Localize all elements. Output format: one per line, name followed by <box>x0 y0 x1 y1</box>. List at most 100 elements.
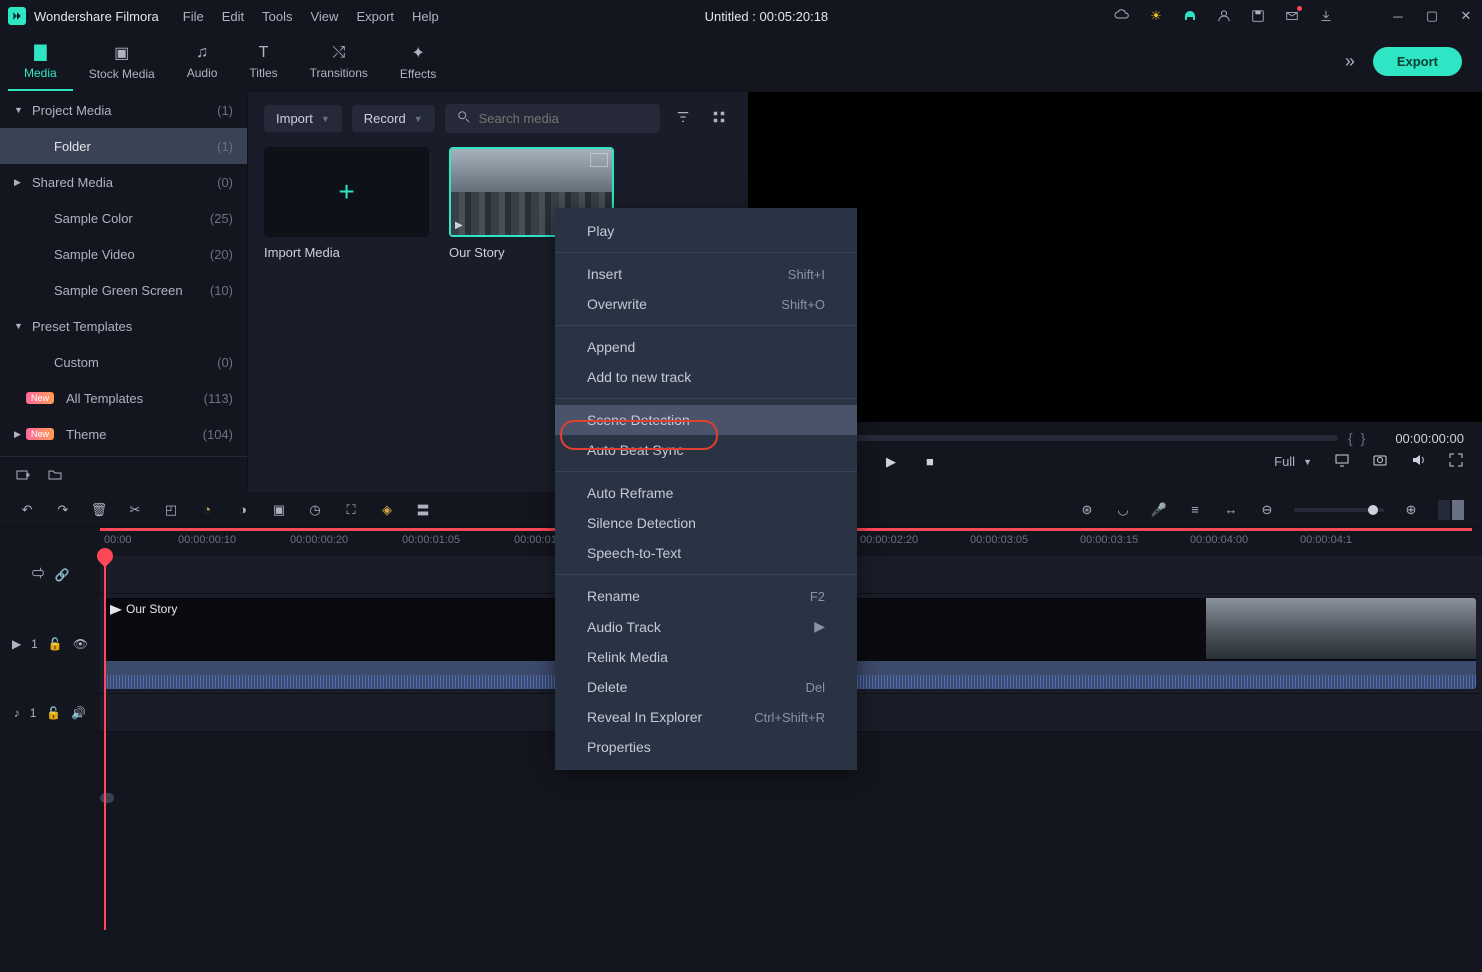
stop-button[interactable]: ■ <box>926 454 934 470</box>
close-icon[interactable]: ✕ <box>1458 8 1474 24</box>
import-dropdown[interactable]: Import▼ <box>264 105 342 132</box>
record-dropdown[interactable]: Record▼ <box>352 105 435 132</box>
lock-icon[interactable]: 🔓 <box>48 637 63 651</box>
delete-icon[interactable]: 🗑 <box>90 501 108 519</box>
download-icon[interactable] <box>1318 8 1334 24</box>
zoom-in-icon[interactable]: ⊕ <box>1402 501 1420 519</box>
search-box[interactable] <box>445 104 660 133</box>
context-menu-item[interactable]: Silence Detection <box>555 508 857 538</box>
context-menu-item[interactable]: Properties <box>555 732 857 762</box>
preview-video[interactable] <box>748 92 1482 422</box>
context-menu-item[interactable]: Reveal In ExplorerCtrl+Shift+R <box>555 702 857 732</box>
menu-edit[interactable]: Edit <box>222 9 244 24</box>
voiceover-icon[interactable]: 🎤 <box>1150 501 1168 519</box>
sidebar-item[interactable]: ▶Shared Media(0) <box>0 164 247 200</box>
add-folder-icon[interactable] <box>14 466 32 484</box>
effects-icon[interactable]: ⊛ <box>1078 501 1096 519</box>
snapshot-icon[interactable] <box>1372 452 1388 471</box>
context-menu-item[interactable]: Auto Reframe <box>555 478 857 508</box>
view-toggle[interactable] <box>1438 500 1464 520</box>
tab-audio[interactable]: ♫Audio <box>171 32 234 91</box>
sidebar-item[interactable]: Sample Color(25) <box>0 200 247 236</box>
menu-export[interactable]: Export <box>356 9 394 24</box>
sidebar-item[interactable]: ▶NewTheme(104) <box>0 416 247 452</box>
color-icon[interactable]: ◑ <box>234 501 252 519</box>
sidebar-item[interactable]: NewAll Templates(113) <box>0 380 247 416</box>
volume-icon[interactable] <box>1410 452 1426 471</box>
context-menu-item[interactable]: Append <box>555 332 857 362</box>
zoom-out-icon[interactable]: ⊖ <box>1258 501 1276 519</box>
mail-icon[interactable] <box>1284 8 1300 24</box>
sun-icon[interactable]: ☀ <box>1148 8 1164 24</box>
minimize-icon[interactable]: ─ <box>1390 8 1406 24</box>
speed-icon[interactable]: ◔ <box>198 501 216 519</box>
tab-transitions[interactable]: ⤭Transitions <box>294 32 384 91</box>
sidebar-item[interactable]: ▼Project Media(1) <box>0 92 247 128</box>
context-menu-item[interactable]: Play <box>555 216 857 246</box>
crop-icon[interactable]: ◰ <box>162 501 180 519</box>
play-button[interactable]: ▶ <box>886 454 896 470</box>
adjust-icon[interactable]: 〓 <box>414 501 432 519</box>
menu-tools[interactable]: Tools <box>262 9 292 24</box>
redo-icon[interactable]: ↷ <box>54 501 72 519</box>
frame-icon[interactable]: ▣ <box>270 501 288 519</box>
marker-icon[interactable]: ◡ <box>1114 501 1132 519</box>
context-menu-item[interactable]: OverwriteShift+O <box>555 289 857 319</box>
mark-in-icon[interactable]: { <box>1348 430 1353 446</box>
undo-icon[interactable]: ↶ <box>18 501 36 519</box>
lock-icon[interactable]: 🔓 <box>46 706 61 720</box>
chain-icon[interactable]: 🔗 <box>55 568 70 582</box>
fullscreen-icon[interactable] <box>1448 452 1464 471</box>
context-menu-item[interactable]: Relink Media <box>555 642 857 672</box>
more-tabs-icon[interactable]: » <box>1345 51 1355 72</box>
sidebar-item[interactable]: Sample Video(20) <box>0 236 247 272</box>
sidebar-item[interactable]: Sample Green Screen(10) <box>0 272 247 308</box>
context-menu-item[interactable]: InsertShift+I <box>555 259 857 289</box>
context-menu-item[interactable]: Add to new track <box>555 362 857 392</box>
speaker-icon[interactable]: 🔊 <box>71 706 86 720</box>
fit-icon[interactable]: ⛶ <box>342 501 360 519</box>
quality-dropdown[interactable]: Full▼ <box>1274 454 1312 469</box>
zoom-slider[interactable] <box>1294 508 1384 512</box>
save-icon[interactable] <box>1250 8 1266 24</box>
tab-stock-media[interactable]: ▣Stock Media <box>73 32 171 91</box>
search-input[interactable] <box>479 111 648 126</box>
context-menu-item[interactable]: Speech-to-Text <box>555 538 857 568</box>
eye-icon[interactable]: 👁 <box>73 637 88 651</box>
tab-effects[interactable]: ✦Effects <box>384 32 452 91</box>
headset-icon[interactable] <box>1182 8 1198 24</box>
menu-file[interactable]: File <box>183 9 204 24</box>
timeline-scrollbar[interactable] <box>0 792 1482 804</box>
link-track-head: 🔗 <box>0 556 100 593</box>
context-menu-item[interactable]: Scene Detection <box>555 405 857 435</box>
account-icon[interactable] <box>1216 8 1232 24</box>
context-menu-item[interactable]: DeleteDel <box>555 672 857 702</box>
duration-icon[interactable]: ◷ <box>306 501 324 519</box>
keyframe-icon[interactable]: ◈ <box>378 501 396 519</box>
timeline-playhead[interactable] <box>104 560 106 930</box>
sidebar-item[interactable]: Custom(0) <box>0 344 247 380</box>
maximize-icon[interactable]: ▢ <box>1424 8 1440 24</box>
expand-icon[interactable]: ↔ <box>1222 501 1240 519</box>
context-menu-item[interactable]: Audio Track▶ <box>555 611 857 642</box>
context-separator <box>555 574 857 575</box>
grid-view-icon[interactable] <box>706 104 732 133</box>
folder-icon[interactable] <box>46 466 64 484</box>
split-icon[interactable]: ✂ <box>126 501 144 519</box>
display-icon[interactable] <box>1334 452 1350 471</box>
context-menu-item[interactable]: RenameF2 <box>555 581 857 611</box>
sidebar-item[interactable]: Folder(1) <box>0 128 247 164</box>
audio-mixer-icon[interactable]: ≡ <box>1186 501 1204 519</box>
tab-titles[interactable]: TTitles <box>233 32 293 91</box>
context-menu-item[interactable]: Auto Beat Sync <box>555 435 857 465</box>
import-media-card[interactable]: + Import Media <box>264 147 429 260</box>
filter-icon[interactable] <box>670 104 696 133</box>
export-button[interactable]: Export <box>1373 47 1462 76</box>
mark-out-icon[interactable]: } <box>1361 430 1366 446</box>
cloud-icon[interactable] <box>1114 8 1130 24</box>
menu-help[interactable]: Help <box>412 9 439 24</box>
menu-view[interactable]: View <box>310 9 338 24</box>
sidebar-item[interactable]: ▼Preset Templates <box>0 308 247 344</box>
link-toggle-icon[interactable] <box>31 566 45 583</box>
tab-media[interactable]: ▇Media <box>8 32 73 91</box>
